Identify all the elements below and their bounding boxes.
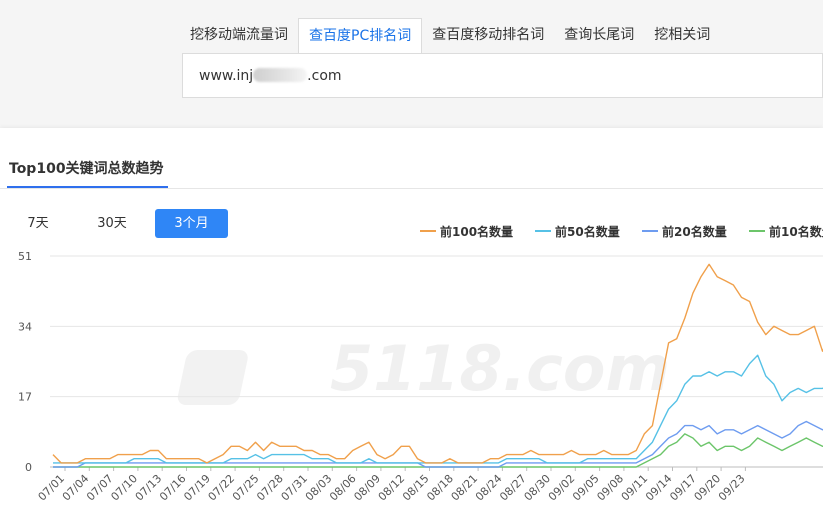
x-tick-label: 07/10 [108,472,140,504]
x-tick-label: 08/03 [303,472,335,504]
x-tick-label: 09/14 [643,472,675,504]
y-tick-label: 0 [25,461,32,474]
x-tick-label: 09/17 [667,472,699,504]
x-tick-label: 09/08 [594,472,626,504]
watermark-text: 5118.com [330,332,670,405]
y-tick-label: 51 [18,250,32,263]
x-tick-label: 07/22 [206,472,238,504]
x-tick-label: 08/12 [376,472,408,504]
x-tick-label: 08/27 [497,472,529,504]
x-tick-label: 09/20 [692,472,724,504]
trend-chart: 5118.com 0 17 34 51 07/0107/0407/0707/1007/13… [18,250,823,504]
x-tick-label: 08/24 [473,472,505,504]
x-tick-label: 09/02 [546,472,578,504]
y-tick-label: 34 [18,320,32,333]
x-tick-label: 09/05 [570,472,602,504]
x-tick-label: 07/13 [133,472,165,504]
x-tick-label: 08/21 [449,472,481,504]
x-tick-label: 08/30 [522,472,554,504]
x-tick-label: 07/04 [60,472,92,504]
x-tick-label: 08/06 [327,472,359,504]
x-tick-label: 09/11 [619,472,651,504]
x-tick-label: 07/19 [181,472,213,504]
x-tick-label: 09/23 [716,472,748,504]
x-tick-label: 07/16 [157,472,189,504]
x-tick-label: 08/15 [400,472,432,504]
x-tick-label: 07/31 [279,472,311,504]
x-tick-label: 07/01 [36,472,68,504]
series-line-3 [53,433,823,468]
x-tick-label: 07/25 [230,472,262,504]
x-tick-label: 08/09 [351,472,383,504]
series-line-2 [53,420,823,468]
x-tick-label: 08/18 [424,472,456,504]
y-tick-label: 17 [18,391,32,404]
x-tick-label: 07/07 [84,472,116,504]
x-tick-label: 07/28 [254,472,286,504]
